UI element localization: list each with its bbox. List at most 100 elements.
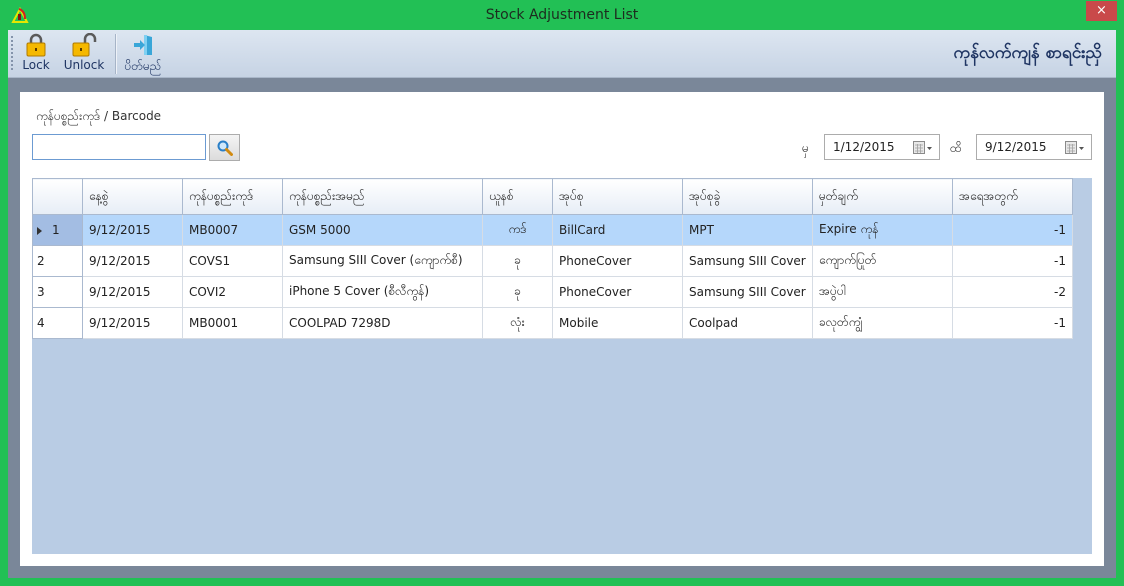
cell-item-name-text: COOLPAD 7298D	[289, 316, 391, 330]
to-date-label: ထိ	[950, 141, 962, 155]
column-header-subgroup[interactable]: အုပ်စုခွဲ	[682, 178, 813, 215]
cell-subgroup[interactable]: Coolpad	[682, 307, 813, 339]
calendar-dropdown-icon	[913, 141, 932, 154]
calendar-dropdown-icon	[1065, 141, 1084, 154]
cell-unit[interactable]: ခု	[482, 276, 553, 308]
cell-subgroup[interactable]: Samsung SIII Cover	[682, 245, 813, 277]
cell-group-text: BillCard	[559, 223, 606, 237]
table-row[interactable]: 4 9/12/2015 MB0001 COOLPAD 7298D လုံး Mobile C…	[32, 307, 1073, 339]
row-header[interactable]: 1	[32, 214, 83, 246]
cell-subgroup-text: MPT	[689, 223, 714, 237]
column-header-remark[interactable]: မှတ်ချက်	[812, 178, 953, 215]
row-header[interactable]: 3	[32, 276, 83, 308]
cell-quantity-text: -1	[1054, 254, 1066, 268]
cell-unit-text: ကဒ်	[508, 222, 527, 236]
unlock-button[interactable]: Unlock	[63, 33, 105, 75]
cell-subgroup-text: Coolpad	[689, 316, 738, 330]
cell-subgroup[interactable]: Samsung SIII Cover	[682, 276, 813, 308]
stock-adjustment-grid[interactable]: နေ့စွဲ ကုန်ပစ္စည်းကုဒ် ကုန်ပစ္စည်းအမည် ယ…	[32, 178, 1092, 554]
cell-item-name[interactable]: GSM 5000	[282, 214, 483, 246]
cell-quantity-text: -1	[1054, 316, 1066, 330]
unlock-label: Unlock	[63, 58, 105, 72]
lock-button[interactable]: Lock	[20, 33, 52, 75]
cell-group[interactable]: PhoneCover	[552, 276, 683, 308]
cell-item-name[interactable]: COOLPAD 7298D	[282, 307, 483, 339]
cell-remark-text: အပွဲပါ	[819, 284, 846, 298]
cell-date[interactable]: 9/12/2015	[82, 276, 183, 308]
cell-unit[interactable]: ကဒ်	[482, 214, 553, 246]
from-date-label: မှ	[802, 141, 809, 155]
cell-item-code[interactable]: COVI2	[182, 276, 283, 308]
cell-item-code[interactable]: MB0007	[182, 214, 283, 246]
to-date-value: 9/12/2015	[985, 140, 1047, 154]
close-button[interactable]: ×	[1086, 1, 1117, 21]
cell-quantity[interactable]: -1	[952, 214, 1073, 246]
table-row[interactable]: 3 9/12/2015 COVI2 iPhone 5 Cover (စီလီကွန်)…	[32, 276, 1073, 308]
toolbar-grip[interactable]	[11, 36, 13, 72]
cell-item-code[interactable]: COVS1	[182, 245, 283, 277]
cell-quantity[interactable]: -1	[952, 245, 1073, 277]
unlock-icon	[72, 33, 97, 57]
cell-remark-text: Expire ကုန်	[819, 222, 879, 236]
table-row[interactable]: 1 9/12/2015 MB0007 GSM 5000 ကဒ် BillCard MPT Ex…	[32, 214, 1073, 246]
cell-item-code-text: COVI2	[189, 285, 226, 299]
cell-item-code[interactable]: MB0001	[182, 307, 283, 339]
search-button[interactable]	[209, 134, 240, 161]
cell-date[interactable]: 9/12/2015	[82, 245, 183, 277]
cell-group[interactable]: Mobile	[552, 307, 683, 339]
cell-item-name[interactable]: iPhone 5 Cover (စီလီကွန်)	[282, 276, 483, 308]
cell-quantity-text: -1	[1054, 223, 1066, 237]
cell-subgroup-text: Samsung SIII Cover	[689, 285, 806, 299]
cell-remark[interactable]: ကျောက်ပြုတ်	[812, 245, 953, 277]
row-header[interactable]: 4	[32, 307, 83, 339]
cell-remark-text: ခလုတ်ကျွံ	[819, 315, 863, 329]
window-title: Stock Adjustment List	[485, 7, 639, 23]
cell-item-name-text: GSM 5000	[289, 223, 351, 237]
column-header-group[interactable]: အုပ်စု	[552, 178, 683, 215]
to-date-picker[interactable]: 9/12/2015	[976, 134, 1092, 160]
cell-remark[interactable]: Expire ကုန်	[812, 214, 953, 246]
code-barcode-input[interactable]	[32, 134, 206, 160]
cell-date[interactable]: 9/12/2015	[82, 307, 183, 339]
column-header-date[interactable]: နေ့စွဲ	[82, 178, 183, 215]
cell-quantity-text: -2	[1054, 285, 1066, 299]
cell-subgroup[interactable]: MPT	[682, 214, 813, 246]
row-header-text: 3	[37, 285, 45, 299]
cell-group[interactable]: PhoneCover	[552, 245, 683, 277]
cell-subgroup-text: Samsung SIII Cover	[689, 254, 806, 268]
cell-quantity[interactable]: -1	[952, 307, 1073, 339]
cell-unit[interactable]: ခု	[482, 245, 553, 277]
cell-group-text: PhoneCover	[559, 285, 632, 299]
cell-unit[interactable]: လုံး	[482, 307, 553, 339]
current-row-indicator-icon	[37, 226, 42, 235]
row-header[interactable]: 2	[32, 245, 83, 277]
cell-unit-text: ခု	[514, 253, 521, 267]
cell-date-text: 9/12/2015	[89, 223, 151, 237]
column-header-unit[interactable]: ယူနစ်	[482, 178, 553, 215]
cell-item-code-text: MB0001	[189, 316, 239, 330]
cell-item-name-text: Samsung SIII Cover (ကျောက်စီ)	[289, 253, 463, 267]
cell-item-name[interactable]: Samsung SIII Cover (ကျောက်စီ)	[282, 245, 483, 277]
exit-button[interactable]: ပိတ်မည်	[121, 33, 165, 75]
column-header-quantity[interactable]: အရေအတွက်	[952, 178, 1073, 215]
from-date-value: 1/12/2015	[833, 140, 895, 154]
cell-group[interactable]: BillCard	[552, 214, 683, 246]
cell-remark[interactable]: ခလုတ်ကျွံ	[812, 307, 953, 339]
cell-remark[interactable]: အပွဲပါ	[812, 276, 953, 308]
exit-label: ပိတ်မည်	[124, 59, 162, 73]
from-date-picker[interactable]: 1/12/2015	[824, 134, 940, 160]
toolbar-separator	[115, 34, 116, 74]
cell-item-name-text: iPhone 5 Cover (စီလီကွန်)	[289, 284, 430, 298]
code-barcode-label: ကုန်ပစ္စည်းကုဒ် / Barcode	[36, 109, 162, 123]
column-header-corner[interactable]	[32, 178, 83, 215]
column-header-item-name[interactable]: ကုန်ပစ္စည်းအမည်	[282, 178, 483, 215]
data-grid-table: နေ့စွဲ ကုန်ပစ္စည်းကုဒ် ကုန်ပစ္စည်းအမည် ယ…	[32, 178, 1073, 339]
table-row[interactable]: 2 9/12/2015 COVS1 Samsung SIII Cover (ကျောက…	[32, 245, 1073, 277]
cell-date[interactable]: 9/12/2015	[82, 214, 183, 246]
column-header-item-code[interactable]: ကုန်ပစ္စည်းကုဒ်	[182, 178, 283, 215]
cell-date-text: 9/12/2015	[89, 285, 151, 299]
cell-unit-text: လုံး	[510, 315, 525, 329]
main-window: Lock Unlock ပိတ်မည် ကုန်လက်ကျန် စာရင်းညှ…	[8, 30, 1116, 578]
cell-quantity[interactable]: -2	[952, 276, 1073, 308]
cell-item-code-text: COVS1	[189, 254, 231, 268]
